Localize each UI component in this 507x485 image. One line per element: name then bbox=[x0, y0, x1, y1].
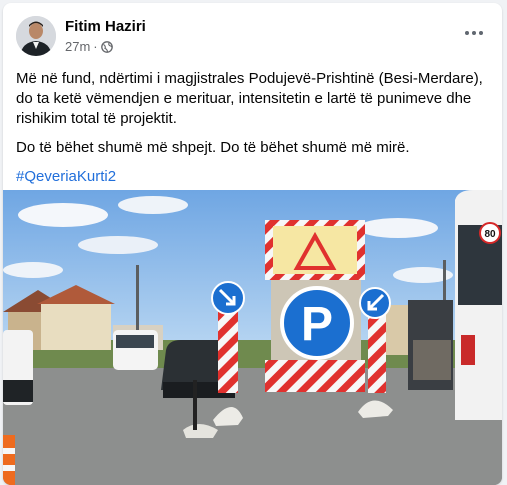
post-card: Fitim Haziri 27m · Më në fund, ndërtimi … bbox=[3, 3, 502, 485]
hashtag-link[interactable]: #QeveriaKurti2 bbox=[16, 168, 116, 185]
parking-sign-letter: P bbox=[301, 298, 333, 351]
more-options-button[interactable] bbox=[460, 23, 488, 43]
author-name[interactable]: Fitim Haziri bbox=[65, 18, 146, 35]
speed-sign-value: 80 bbox=[484, 229, 496, 240]
post-text: Më në fund, ndërtimi i magjistrales Podu… bbox=[16, 69, 488, 196]
cloud bbox=[358, 218, 438, 238]
globe-icon[interactable] bbox=[100, 40, 113, 53]
barrier-panel bbox=[218, 308, 238, 393]
cloud bbox=[3, 262, 63, 278]
author-avatar[interactable] bbox=[16, 16, 56, 56]
more-dot bbox=[472, 31, 476, 35]
more-dot bbox=[479, 31, 483, 35]
barrier-panel bbox=[368, 308, 386, 393]
meta-separator: · bbox=[93, 39, 98, 54]
post-paragraph-1: Më në fund, ndërtimi i magjistrales Podu… bbox=[16, 70, 483, 127]
post-time[interactable]: 27m bbox=[65, 39, 90, 54]
cloud bbox=[78, 236, 158, 254]
post-paragraph-2: Do të bëhet shumë më shpejt. Do të bëhet… bbox=[16, 139, 410, 156]
cloud bbox=[118, 196, 188, 214]
house bbox=[41, 302, 111, 350]
post-photo[interactable]: 80 P bbox=[3, 190, 502, 485]
cloud bbox=[18, 203, 108, 227]
post-meta: 27m · bbox=[65, 39, 113, 54]
more-dot bbox=[465, 31, 469, 35]
traffic-cone bbox=[3, 435, 15, 485]
